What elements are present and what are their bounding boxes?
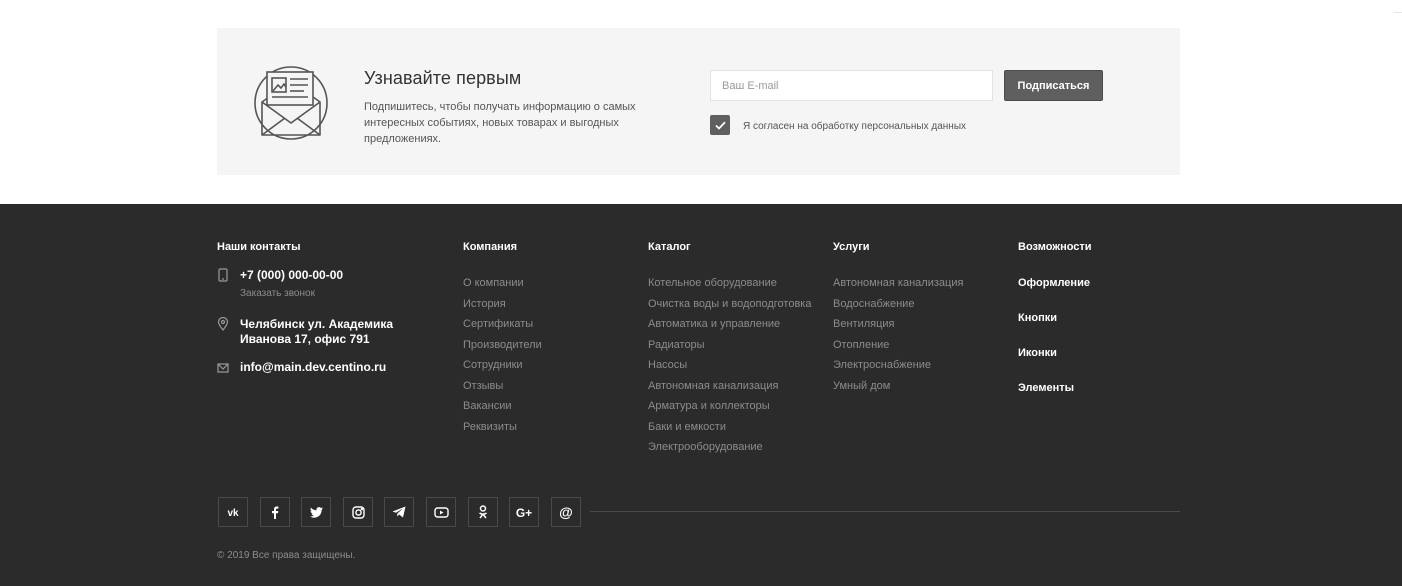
catalog-link[interactable]: Радиаторы — [648, 339, 705, 351]
services-link[interactable]: Вентиляция — [833, 318, 895, 330]
callback-link[interactable]: Заказать звонок — [240, 288, 315, 299]
features-link[interactable]: Кнопки — [1018, 312, 1057, 324]
services-link[interactable]: Отопление — [833, 339, 889, 351]
vk-icon[interactable]: vk — [218, 497, 248, 527]
company-link[interactable]: Вакансии — [463, 400, 512, 412]
contacts-title: Наши контакты — [217, 241, 301, 253]
contact-address-line2: Иванова 17, офис 791 — [240, 332, 370, 346]
social-divider — [590, 511, 1180, 512]
subscribe-title: Узнавайте первым — [364, 68, 522, 88]
youtube-icon[interactable] — [426, 497, 456, 527]
facebook-icon[interactable] — [260, 497, 290, 527]
contact-phone[interactable]: +7 (000) 000-00-00 — [240, 268, 343, 283]
instagram-icon[interactable] — [343, 497, 373, 527]
catalog-link[interactable]: Насосы — [648, 359, 687, 371]
catalog-link[interactable]: Очистка воды и водоподготовка — [648, 298, 811, 310]
catalog-link[interactable]: Автоматика и управление — [648, 318, 780, 330]
copyright: © 2019 Все права защищены. — [217, 550, 356, 561]
catalog-link[interactable]: Автономная канализация — [648, 380, 778, 392]
contact-email[interactable]: info@main.dev.centino.ru — [240, 360, 386, 375]
company-link[interactable]: О компании — [463, 277, 524, 289]
consent-label[interactable]: Я согласен на обработку персональных дан… — [743, 121, 966, 132]
consent-checkbox[interactable] — [710, 115, 730, 135]
subscribe-panel: Узнавайте первым Подпишитесь, чтобы полу… — [217, 28, 1180, 175]
catalog-link[interactable]: Баки и емкости — [648, 421, 726, 433]
features-link[interactable]: Иконки — [1018, 347, 1057, 359]
company-link[interactable]: Сотрудники — [463, 359, 523, 371]
mail-ru-icon[interactable]: @ — [551, 497, 581, 527]
twitter-icon[interactable] — [301, 497, 331, 527]
features-title: Возможности — [1018, 241, 1092, 253]
services-link[interactable]: Водоснабжение — [833, 298, 914, 310]
phone-icon — [217, 268, 229, 282]
company-link[interactable]: Отзывы — [463, 380, 503, 392]
site-footer: Наши контакты +7 (000) 000-00-00 Заказат… — [0, 204, 1402, 586]
company-link[interactable]: История — [463, 298, 506, 310]
subscribe-button[interactable]: Подписаться — [1004, 70, 1103, 101]
company-link[interactable]: Реквизиты — [463, 421, 517, 433]
services-link[interactable]: Умный дом — [833, 380, 890, 392]
email-input[interactable] — [710, 70, 993, 101]
company-link[interactable]: Сертификаты — [463, 318, 533, 330]
services-link[interactable]: Автономная канализация — [833, 277, 963, 289]
features-link[interactable]: Оформление — [1018, 277, 1090, 289]
services-link[interactable]: Электроснабжение — [833, 359, 931, 371]
catalog-link[interactable]: Котельное оборудование — [648, 277, 777, 289]
telegram-icon[interactable] — [384, 497, 414, 527]
svg-text:vk: vk — [227, 508, 239, 517]
features-link[interactable]: Элементы — [1018, 382, 1074, 394]
contact-address-line1: Челябинск ул. Академика — [240, 317, 393, 331]
svg-text:@: @ — [559, 505, 573, 519]
company-link[interactable]: Производители — [463, 339, 542, 351]
newsletter-envelope-icon — [253, 65, 329, 141]
subscribe-description: Подпишитесь, чтобы получать информацию о… — [364, 101, 636, 145]
company-title: Компания — [463, 241, 518, 253]
services-title: Услуги — [833, 241, 870, 253]
catalog-link[interactable]: Арматура и коллекторы — [648, 400, 770, 412]
odnoklassniki-icon[interactable] — [468, 497, 498, 527]
google-plus-icon[interactable]: G+ — [509, 497, 539, 527]
catalog-link[interactable]: Электрооборудование — [648, 441, 763, 453]
checkmark-icon — [714, 121, 726, 130]
corner-decoration — [1394, 12, 1402, 13]
catalog-title: Каталог — [648, 241, 691, 253]
svg-text:G+: G+ — [516, 506, 532, 518]
mail-icon — [217, 361, 229, 375]
location-pin-icon — [217, 316, 229, 331]
